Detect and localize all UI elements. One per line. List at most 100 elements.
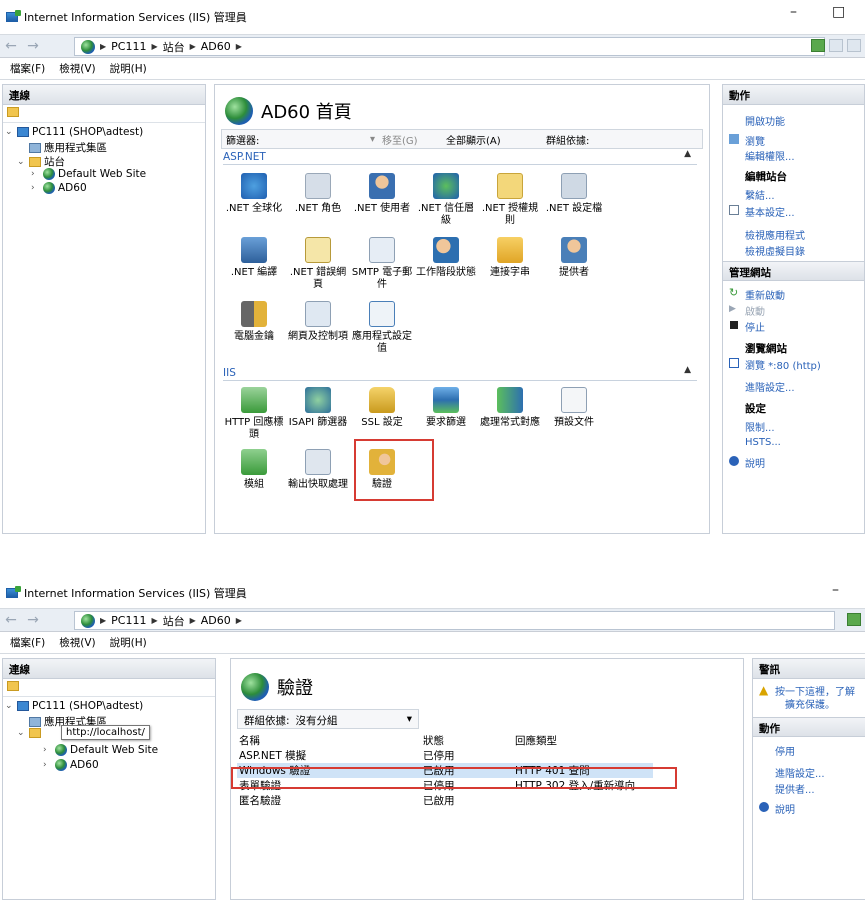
view-vdirs-link[interactable]: 檢視虛擬目錄 xyxy=(745,243,805,258)
feature-ssl-settings[interactable]: SSL 設定 xyxy=(351,387,413,429)
providers-link[interactable]: 提供者... xyxy=(775,781,815,796)
maximize-button[interactable]: □ xyxy=(832,4,845,20)
refresh-icon[interactable] xyxy=(847,613,861,626)
goto-button[interactable]: 移至(G) xyxy=(382,132,418,147)
section-aspnet[interactable]: ASP.NET ▲ xyxy=(223,149,697,165)
menu-file[interactable]: 檔案(F) xyxy=(10,61,45,76)
table-row[interactable]: 匿名驗證 已啟用 xyxy=(237,793,653,808)
feature-smtp[interactable]: SMTP 電子郵件 xyxy=(351,237,413,291)
home-icon[interactable] xyxy=(847,39,861,52)
edit-permissions-link[interactable]: 編輯權限... xyxy=(745,148,795,163)
alert-message[interactable]: ▲ 按一下這裡，了解 擴充保護。 xyxy=(753,679,865,717)
stop-icon[interactable] xyxy=(829,39,843,52)
breadcrumb[interactable]: ▶ PC111 ▶ 站台 ▶ AD60 ▶ xyxy=(74,37,825,56)
stop-link[interactable]: 停止 xyxy=(745,319,765,334)
help-link[interactable]: 說明 xyxy=(745,455,765,470)
open-feature-link[interactable]: 開啟功能 xyxy=(745,113,785,128)
feature-request-filtering[interactable]: 要求篩選 xyxy=(415,387,477,429)
tree-sites[interactable]: ⌄ 站台 xyxy=(17,154,65,169)
feature-isapi-filters[interactable]: ISAPI 篩選器 xyxy=(287,387,349,429)
feature-modules[interactable]: 模組 xyxy=(223,449,285,491)
tree-ad60[interactable]: › AD60 xyxy=(43,759,99,771)
expand-arrow-icon[interactable]: ⌄ xyxy=(17,157,26,167)
help-link[interactable]: 說明 xyxy=(775,801,795,816)
feature-machine-key[interactable]: 電腦金鑰 xyxy=(223,301,285,343)
expand-arrow-icon[interactable]: ⌄ xyxy=(5,701,14,711)
breadcrumb-sites[interactable]: 站台 xyxy=(163,39,185,55)
table-row[interactable]: ASP.NET 模擬 已停用 xyxy=(237,748,653,763)
feature-net-roles[interactable]: .NET 角色 xyxy=(287,173,349,215)
feature-http-headers[interactable]: HTTP 回應標頭 xyxy=(223,387,285,441)
forward-icon[interactable]: → xyxy=(22,612,44,628)
collapse-arrow-icon[interactable]: › xyxy=(43,760,52,770)
hsts-link[interactable]: HSTS... xyxy=(745,437,781,448)
feature-net-profile[interactable]: .NET 設定檔 xyxy=(543,173,605,215)
menu-view[interactable]: 檢視(V) xyxy=(59,61,95,76)
breadcrumb-pc111[interactable]: PC111 xyxy=(111,40,146,53)
back-icon[interactable]: ← xyxy=(0,38,22,54)
start-link[interactable]: 啟動 xyxy=(745,303,765,318)
breadcrumb[interactable]: ▶ PC111 ▶ 站台 ▶ AD60 ▶ xyxy=(74,611,835,630)
limits-link[interactable]: 限制... xyxy=(745,419,775,434)
feature-net-globalization[interactable]: .NET 全球化 xyxy=(223,173,285,215)
collapse-arrow-icon[interactable]: › xyxy=(31,183,40,193)
menu-help[interactable]: 說明(H) xyxy=(110,635,147,650)
group-by-dropdown[interactable]: 群組依據: 沒有分組 ▾ xyxy=(237,709,419,729)
tree-server[interactable]: ⌄ PC111 (SHOP\adtest) xyxy=(5,126,143,138)
collapse-icon[interactable]: ▲ xyxy=(684,149,691,159)
feature-net-users[interactable]: .NET 使用者 xyxy=(351,173,413,215)
tree-default-site[interactable]: › Default Web Site xyxy=(43,744,158,756)
feature-session-state[interactable]: 工作階段狀態 xyxy=(415,237,477,279)
feature-output-caching[interactable]: 輸出快取處理 xyxy=(287,449,349,491)
view-apps-link[interactable]: 檢視應用程式 xyxy=(745,227,805,242)
tree-app-pools[interactable]: 應用程式集區 xyxy=(17,140,107,155)
menu-view[interactable]: 檢視(V) xyxy=(59,635,95,650)
advanced-settings-link[interactable]: 進階設定... xyxy=(775,765,825,780)
show-all-button[interactable]: 全部顯示(A) xyxy=(446,132,501,147)
new-connection-icon[interactable] xyxy=(7,107,19,117)
column-status[interactable]: 狀態 xyxy=(421,733,513,748)
expand-arrow-icon[interactable]: ⌄ xyxy=(17,728,26,738)
column-response[interactable]: 回應類型 xyxy=(513,733,653,748)
feature-app-settings[interactable]: 應用程式設定值 xyxy=(351,301,413,355)
feature-net-compilation[interactable]: .NET 編譯 xyxy=(223,237,285,279)
back-icon[interactable]: ← xyxy=(0,612,22,628)
expand-arrow-icon[interactable]: ⌄ xyxy=(5,127,14,137)
breadcrumb-ad60[interactable]: AD60 xyxy=(201,40,231,53)
column-name[interactable]: 名稱 xyxy=(237,733,421,748)
group-by-label[interactable]: 群組依據: xyxy=(546,132,589,147)
feature-net-trust[interactable]: .NET 信任層級 xyxy=(415,173,477,227)
new-connection-icon[interactable] xyxy=(7,681,19,691)
feature-providers[interactable]: 提供者 xyxy=(543,237,605,279)
feature-handler-mappings[interactable]: 處理常式對應 xyxy=(479,387,541,429)
breadcrumb-sites[interactable]: 站台 xyxy=(163,613,185,629)
tree-ad60[interactable]: › AD60 xyxy=(31,182,87,194)
bindings-link[interactable]: 繫結... xyxy=(745,187,775,202)
menu-help[interactable]: 說明(H) xyxy=(110,61,147,76)
collapse-arrow-icon[interactable]: › xyxy=(31,169,40,179)
disable-link[interactable]: 停用 xyxy=(775,743,795,758)
basic-settings-link[interactable]: 基本設定... xyxy=(745,204,795,219)
feature-default-document[interactable]: 預設文件 xyxy=(543,387,605,429)
tree-server[interactable]: ⌄ PC111 (SHOP\adtest) xyxy=(5,700,143,712)
browse-80-link[interactable]: 瀏覽 *:80 (http) xyxy=(745,357,821,372)
collapse-arrow-icon[interactable]: › xyxy=(43,745,52,755)
feature-connection-strings[interactable]: 連接字串 xyxy=(479,237,541,279)
breadcrumb-ad60[interactable]: AD60 xyxy=(201,614,231,627)
forward-icon[interactable]: → xyxy=(22,38,44,54)
refresh-icon[interactable] xyxy=(811,39,825,52)
menu-file[interactable]: 檔案(F) xyxy=(10,635,45,650)
feature-pages-controls[interactable]: 網頁及控制項 xyxy=(287,301,349,343)
advanced-settings-link[interactable]: 進階設定... xyxy=(745,379,795,394)
breadcrumb-pc111[interactable]: PC111 xyxy=(111,614,146,627)
filter-dropdown-icon[interactable]: ▾ xyxy=(370,134,375,145)
tree-default-site[interactable]: › Default Web Site xyxy=(31,168,146,180)
section-iis[interactable]: IIS ▲ xyxy=(223,365,697,381)
explore-link[interactable]: 瀏覽 xyxy=(745,133,765,148)
minimize-button[interactable]: – xyxy=(790,4,797,20)
tree-sites[interactable]: ⌄ xyxy=(17,728,41,738)
restart-link[interactable]: 重新啟動 xyxy=(745,287,785,302)
feature-net-authz[interactable]: .NET 授權規則 xyxy=(479,173,541,227)
minimize-button[interactable]: – xyxy=(832,582,839,598)
feature-net-error-pages[interactable]: .NET 錯誤網頁 xyxy=(287,237,349,291)
